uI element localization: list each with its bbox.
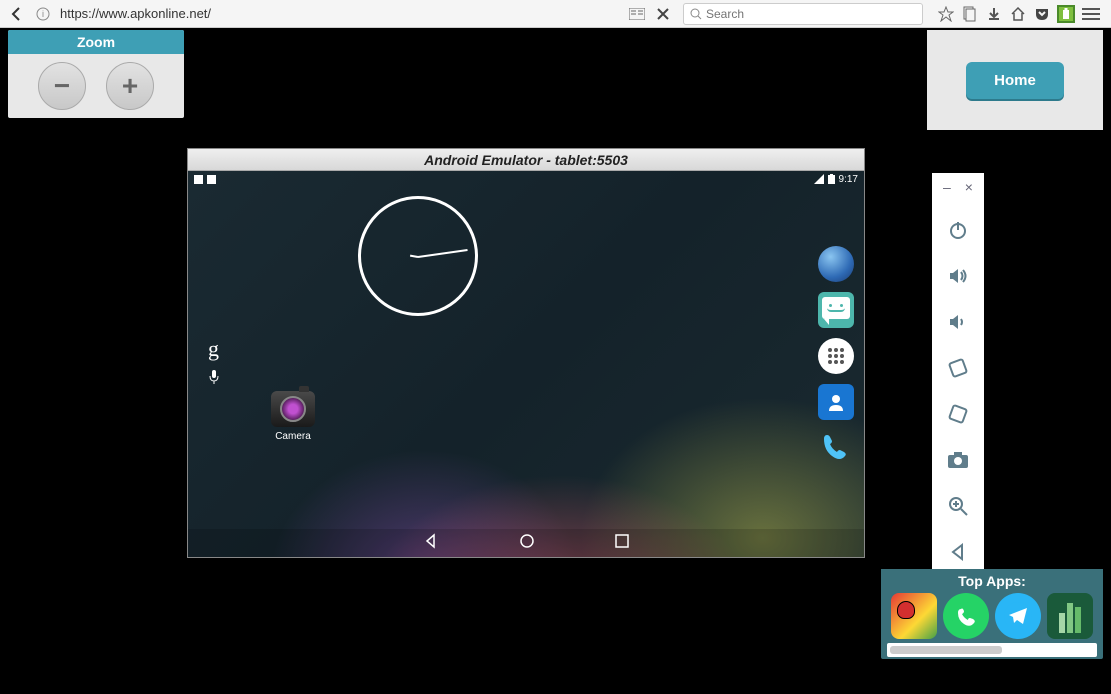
volume-up-button[interactable] bbox=[938, 255, 978, 297]
hamburger-menu-icon[interactable] bbox=[1081, 5, 1101, 23]
zoom-panel: Zoom − + bbox=[8, 30, 184, 118]
search-input[interactable] bbox=[706, 7, 916, 21]
library-icon[interactable] bbox=[961, 5, 979, 23]
panel-minimize-button[interactable]: – bbox=[943, 179, 951, 195]
stop-icon[interactable] bbox=[651, 3, 675, 25]
pocket-icon[interactable] bbox=[1033, 5, 1051, 23]
emulator-window: Android Emulator - tablet:5503 9:17 g bbox=[187, 148, 865, 558]
nav-back-icon[interactable] bbox=[423, 533, 439, 554]
nav-back-button[interactable] bbox=[4, 3, 30, 25]
app-tile-telegram[interactable] bbox=[995, 593, 1041, 639]
google-search-widget[interactable]: g bbox=[208, 336, 219, 387]
dock-messages-icon[interactable] bbox=[818, 292, 854, 328]
signal-icon bbox=[814, 174, 824, 184]
panel-close-button[interactable]: × bbox=[965, 179, 973, 195]
browser-toolbar: i bbox=[0, 0, 1111, 28]
dock-contacts-icon[interactable] bbox=[818, 384, 854, 420]
browser-search-box[interactable] bbox=[683, 3, 923, 25]
svg-text:i: i bbox=[42, 9, 44, 19]
top-apps-header: Top Apps: bbox=[887, 571, 1097, 593]
volume-down-button[interactable] bbox=[938, 301, 978, 343]
url-input[interactable] bbox=[56, 3, 576, 25]
android-status-bar: 9:17 bbox=[188, 171, 864, 187]
search-icon bbox=[690, 8, 702, 20]
dock-browser-icon[interactable] bbox=[818, 246, 854, 282]
zoom-label: Zoom bbox=[8, 30, 184, 54]
camera-app-shortcut[interactable]: Camera bbox=[263, 391, 323, 442]
mic-icon[interactable] bbox=[208, 370, 219, 387]
dock-all-apps-icon[interactable] bbox=[818, 338, 854, 374]
android-navbar bbox=[188, 529, 864, 557]
screenshot-button[interactable] bbox=[938, 439, 978, 481]
analog-clock-widget[interactable] bbox=[358, 196, 478, 316]
bookmark-icon[interactable] bbox=[937, 5, 955, 23]
rotate-right-button[interactable] bbox=[938, 393, 978, 435]
app-dock bbox=[818, 246, 854, 466]
battery-icon bbox=[1057, 5, 1075, 23]
dock-phone-icon[interactable] bbox=[818, 430, 854, 466]
site-info-icon[interactable]: i bbox=[32, 3, 54, 25]
camera-label: Camera bbox=[263, 431, 323, 442]
home-button[interactable]: Home bbox=[966, 62, 1064, 99]
status-indicator-icon bbox=[207, 175, 216, 184]
home-icon[interactable] bbox=[1009, 5, 1027, 23]
camera-icon bbox=[271, 391, 315, 427]
google-g-icon: g bbox=[208, 336, 219, 362]
nav-home-icon[interactable] bbox=[519, 533, 535, 554]
zoom-button[interactable] bbox=[938, 485, 978, 527]
emu-back-button[interactable] bbox=[938, 531, 978, 573]
home-panel: Home bbox=[927, 30, 1103, 130]
app-tile-rio[interactable] bbox=[891, 593, 937, 639]
rotate-left-button[interactable] bbox=[938, 347, 978, 389]
app-tile-whatsapp[interactable] bbox=[943, 593, 989, 639]
zoom-out-button[interactable]: − bbox=[38, 62, 86, 110]
battery-icon bbox=[828, 174, 835, 184]
emulator-control-panel: – × bbox=[932, 173, 984, 585]
power-button[interactable] bbox=[938, 209, 978, 251]
emulator-screen[interactable]: 9:17 g Camera bbox=[188, 171, 864, 557]
top-apps-scrollbar[interactable] bbox=[887, 643, 1097, 657]
nav-recent-icon[interactable] bbox=[615, 534, 629, 553]
reader-mode-icon[interactable] bbox=[625, 3, 649, 25]
app-tile-chart[interactable] bbox=[1047, 593, 1093, 639]
emulator-title: Android Emulator - tablet:5503 bbox=[188, 149, 864, 171]
zoom-in-button[interactable]: + bbox=[106, 62, 154, 110]
top-apps-panel: Top Apps: bbox=[881, 569, 1103, 659]
download-icon[interactable] bbox=[985, 5, 1003, 23]
clock-text: 9:17 bbox=[839, 174, 858, 185]
status-indicator-icon bbox=[194, 175, 203, 184]
